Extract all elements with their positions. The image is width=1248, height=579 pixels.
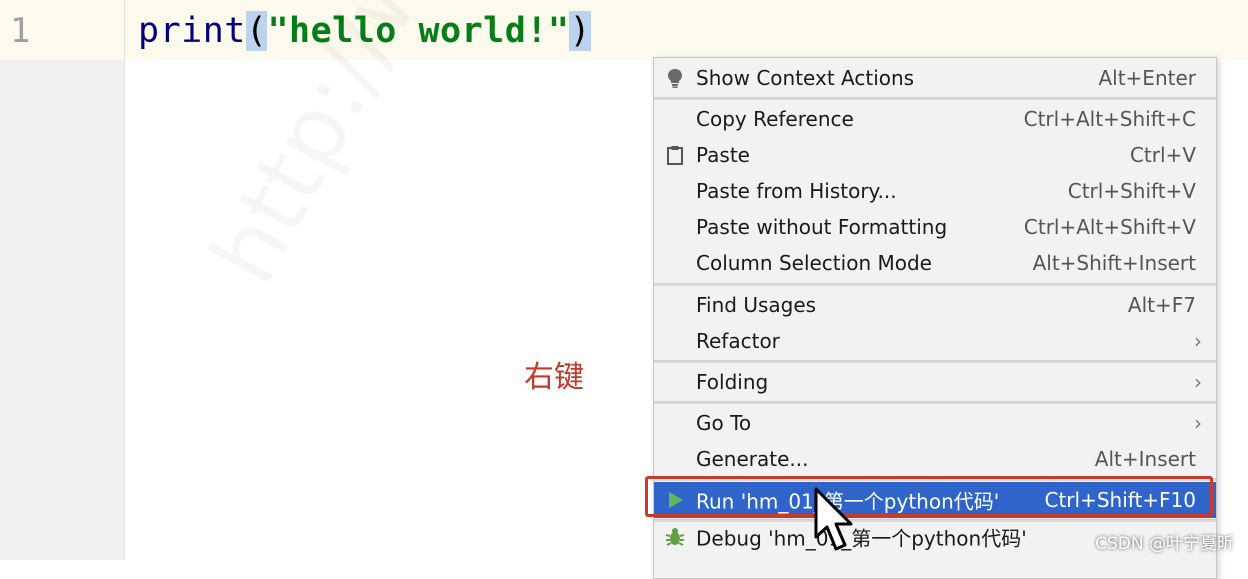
menu-item-shortcut: Ctrl+Alt+Shift+C [1023, 107, 1196, 131]
menu-item-label: Paste from History... [696, 179, 897, 203]
chevron-right-icon: › [1194, 411, 1202, 435]
menu-separator [654, 360, 1216, 363]
line-number-gutter [0, 0, 125, 560]
code-open-paren: ( [245, 11, 268, 51]
menu-item-shortcut: Ctrl+Shift+V [1067, 179, 1196, 203]
menu-item-label: Go To [696, 411, 752, 435]
menu-item-label: Folding [696, 370, 769, 394]
menu-item-go-to[interactable]: Go To › [654, 405, 1216, 441]
menu-item-label: Debug 'hm_01_第一个python代码' [696, 526, 1027, 551]
debug-bug-icon [665, 528, 685, 546]
menu-item-shortcut: Alt+Shift+Insert [1032, 251, 1196, 275]
menu-separator [654, 283, 1216, 286]
menu-item-label: Copy Reference [696, 107, 854, 131]
menu-item-shortcut: Ctrl+Shift+F10 [1044, 488, 1196, 512]
menu-item-refactor[interactable]: Refactor › [654, 323, 1216, 359]
menu-item-run[interactable]: Run 'hm_01_第一个python代码' Ctrl+Shift+F10 [654, 482, 1216, 518]
menu-item-label: Show Context Actions [696, 66, 915, 90]
menu-item-find-usages[interactable]: Find Usages Alt+F7 [654, 287, 1216, 323]
run-triangle-icon [669, 492, 683, 508]
code-line-1[interactable]: print("hello world!") [138, 8, 592, 54]
chevron-right-icon: › [1194, 329, 1202, 353]
code-function-token: print [138, 11, 246, 51]
menu-separator [654, 401, 1216, 404]
menu-item-shortcut: Alt+Enter [1098, 66, 1196, 90]
code-string-token: "hello world!" [267, 11, 570, 51]
menu-item-shortcut: Ctrl+Alt+Shift+V [1023, 215, 1196, 239]
menu-item-label: Paste [696, 143, 750, 167]
menu-item-shortcut: Alt+Insert [1094, 447, 1196, 471]
menu-item-shortcut: Alt+F7 [1127, 293, 1196, 317]
menu-item-paste-from-history[interactable]: Paste from History... Ctrl+Shift+V [654, 173, 1216, 209]
menu-item-paste-without-formatting[interactable]: Paste without Formatting Ctrl+Alt+Shift+… [654, 209, 1216, 245]
menu-item-shortcut: Ctrl+V [1129, 143, 1196, 167]
menu-item-label: Generate... [696, 447, 809, 471]
editor-context-menu: Show Context Actions Alt+Enter Copy Refe… [653, 57, 1217, 579]
menu-item-show-context-actions[interactable]: Show Context Actions Alt+Enter [654, 60, 1216, 96]
lightbulb-icon [668, 69, 682, 88]
menu-item-label: Column Selection Mode [696, 251, 932, 275]
credit-watermark: CSDN @叶宁夏昕 [1095, 534, 1234, 554]
clipboard-icon [667, 146, 683, 165]
menu-separator [654, 478, 1216, 481]
menu-item-column-selection-mode[interactable]: Column Selection Mode Alt+Shift+Insert [654, 245, 1216, 281]
chevron-right-icon: › [1194, 370, 1202, 394]
menu-item-paste[interactable]: Paste Ctrl+V [654, 137, 1216, 173]
menu-item-folding[interactable]: Folding › [654, 364, 1216, 400]
line-number: 1 [10, 11, 31, 51]
menu-item-label: Find Usages [696, 293, 817, 317]
menu-item-label: Run 'hm_01_第一个python代码' [696, 489, 1000, 514]
code-close-paren: ) [569, 11, 592, 51]
menu-item-label: Paste without Formatting [696, 215, 948, 239]
menu-separator [654, 97, 1216, 100]
menu-item-generate[interactable]: Generate... Alt+Insert [654, 441, 1216, 477]
menu-item-label: Refactor [696, 329, 780, 353]
right-click-annotation: 右键 [524, 360, 584, 395]
menu-item-copy-reference[interactable]: Copy Reference Ctrl+Alt+Shift+C [654, 101, 1216, 137]
